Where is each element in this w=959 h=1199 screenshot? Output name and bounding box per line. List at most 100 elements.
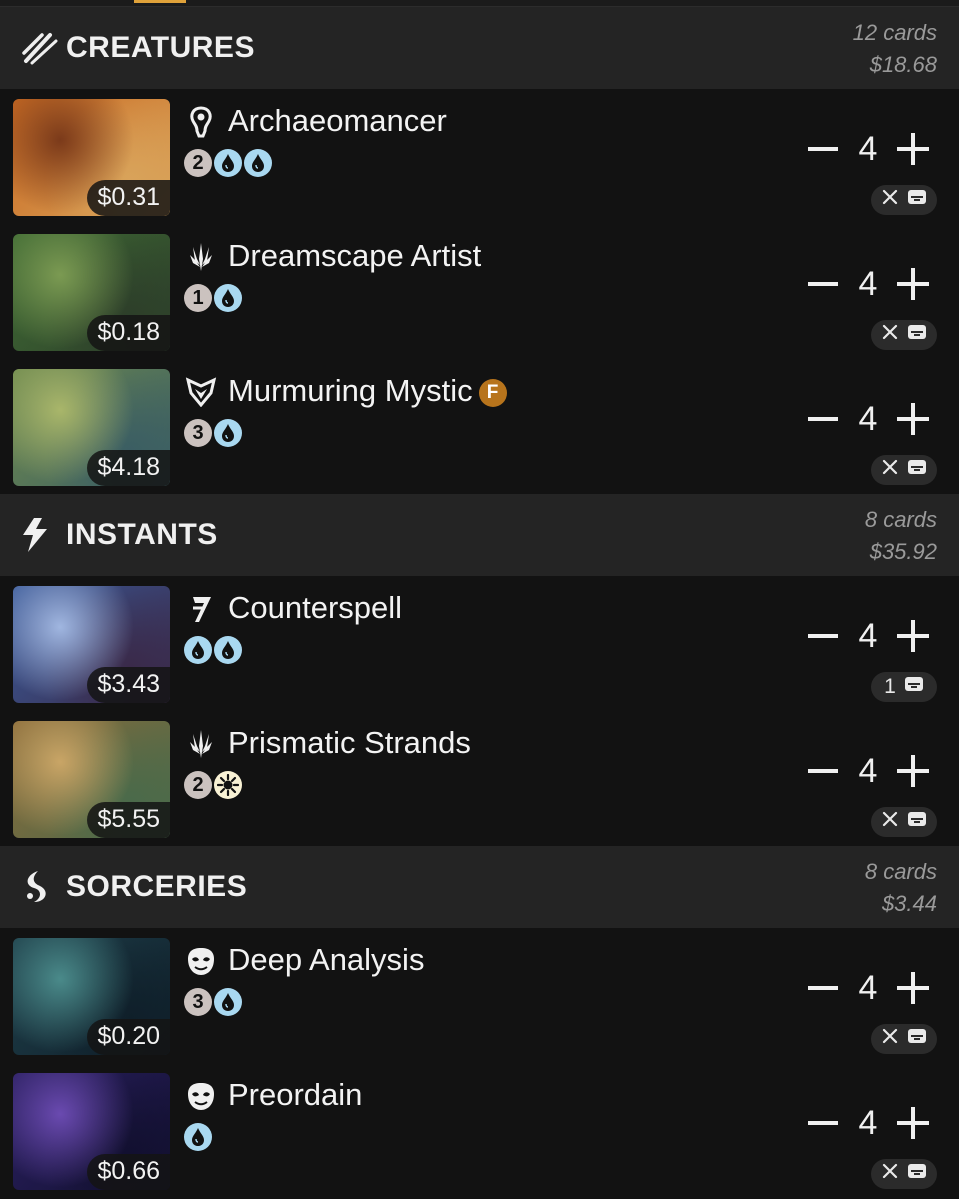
card-name[interactable]: Murmuring Mystic F xyxy=(228,373,507,409)
card-price: $4.18 xyxy=(87,450,170,486)
collection-status-pill[interactable] xyxy=(871,320,937,350)
increase-quantity-button[interactable] xyxy=(893,968,933,1008)
inventory-box-icon xyxy=(907,1162,927,1186)
mana-cost: 3 xyxy=(184,988,242,1016)
planeswalker-icon xyxy=(184,727,218,761)
card-name-text: Dreamscape Artist xyxy=(228,238,482,273)
quantity-stepper: 4 xyxy=(803,264,933,304)
card-price: $0.20 xyxy=(87,1019,170,1055)
close-icon xyxy=(881,323,899,347)
card-name-text: Murmuring Mystic xyxy=(228,373,473,408)
increase-quantity-button[interactable] xyxy=(893,129,933,169)
section-header-instants[interactable]: INSTANTS 8 cards $35.92 xyxy=(0,494,959,576)
close-icon xyxy=(881,458,899,482)
increase-quantity-button[interactable] xyxy=(893,751,933,791)
card-row[interactable]: $0.20 Deep Analysis 3 4 xyxy=(0,928,959,1063)
mana-cost xyxy=(184,1123,212,1151)
section-card-count: 12 cards xyxy=(852,20,937,45)
quantity-stepper: 4 xyxy=(803,399,933,439)
card-row[interactable]: $0.31 Archaeomancer 2 4 xyxy=(0,89,959,224)
active-tab-indicator xyxy=(134,0,186,3)
collection-status-pill[interactable] xyxy=(871,455,937,485)
decrease-quantity-button[interactable] xyxy=(803,1103,843,1143)
card-price: $0.18 xyxy=(87,315,170,351)
quantity-stepper: 4 xyxy=(803,751,933,791)
mana-generic-symbol: 3 xyxy=(184,988,212,1016)
card-name[interactable]: Deep Analysis xyxy=(228,942,424,978)
quantity-value: 4 xyxy=(858,1103,878,1142)
planeswalker-icon xyxy=(184,240,218,274)
section-meta: 8 cards $3.44 xyxy=(865,856,937,920)
card-art-thumbnail[interactable]: $0.20 xyxy=(13,938,170,1055)
card-name[interactable]: Archaeomancer xyxy=(228,103,447,139)
quantity-stepper: 4 xyxy=(803,968,933,1008)
decrease-quantity-button[interactable] xyxy=(803,399,843,439)
mana-blue-drop-icon xyxy=(214,988,242,1016)
card-name-text: Preordain xyxy=(228,1077,363,1112)
quantity-value: 4 xyxy=(858,129,878,168)
inventory-box-icon xyxy=(907,458,927,482)
inventory-box-icon xyxy=(907,188,927,212)
section-header-sorceries[interactable]: SORCERIES 8 cards $3.44 xyxy=(0,846,959,928)
inventory-box-icon xyxy=(907,323,927,347)
decrease-quantity-button[interactable] xyxy=(803,129,843,169)
creature-icon xyxy=(184,105,218,139)
card-name[interactable]: Dreamscape Artist xyxy=(228,238,481,274)
section-card-count: 8 cards xyxy=(864,507,937,532)
mana-cost xyxy=(184,636,242,664)
section-total-price: $35.92 xyxy=(869,539,937,564)
decrease-quantity-button[interactable] xyxy=(803,264,843,304)
mana-white-sun-icon xyxy=(214,771,242,799)
claw-marks-icon xyxy=(20,28,60,68)
card-name-text: Deep Analysis xyxy=(228,942,425,977)
card-name[interactable]: Counterspell xyxy=(228,590,402,626)
card-art-thumbnail[interactable]: $5.55 xyxy=(13,721,170,838)
card-art-thumbnail[interactable]: $0.18 xyxy=(13,234,170,351)
quantity-value: 4 xyxy=(858,399,878,438)
decrease-quantity-button[interactable] xyxy=(803,968,843,1008)
increase-quantity-button[interactable] xyxy=(893,399,933,439)
mana-blue-drop-icon xyxy=(214,636,242,664)
collection-status-pill[interactable] xyxy=(871,185,937,215)
card-row[interactable]: $5.55 Prismatic Strands 2 4 xyxy=(0,711,959,846)
mana-blue-drop-icon xyxy=(214,284,242,312)
card-name[interactable]: Preordain xyxy=(228,1077,362,1113)
mask-icon xyxy=(184,1079,218,1113)
quantity-value: 4 xyxy=(858,616,878,655)
card-price: $3.43 xyxy=(87,667,170,703)
quantity-stepper: 4 xyxy=(803,1103,933,1143)
decrease-quantity-button[interactable] xyxy=(803,751,843,791)
card-row[interactable]: $0.18 Dreamscape Artist 1 4 xyxy=(0,224,959,359)
increase-quantity-button[interactable] xyxy=(893,1103,933,1143)
mana-blue-drop-icon xyxy=(184,1123,212,1151)
card-row[interactable]: $3.43 Counterspell 4 1 xyxy=(0,576,959,711)
collection-status-pill[interactable] xyxy=(871,1024,937,1054)
increase-quantity-button[interactable] xyxy=(893,264,933,304)
increase-quantity-button[interactable] xyxy=(893,616,933,656)
quantity-stepper: 4 xyxy=(803,129,933,169)
card-art-thumbnail[interactable]: $0.66 xyxy=(13,1073,170,1190)
mana-blue-drop-icon xyxy=(184,636,212,664)
swirl-icon xyxy=(20,867,60,907)
card-row[interactable]: $4.18 Murmuring Mystic F 3 4 xyxy=(0,359,959,494)
card-art-thumbnail[interactable]: $3.43 xyxy=(13,586,170,703)
mana-blue-drop-icon xyxy=(214,149,242,177)
section-title: SORCERIES xyxy=(66,870,248,903)
inventory-box-icon xyxy=(904,675,924,699)
quantity-stepper: 4 xyxy=(803,616,933,656)
card-name-text: Prismatic Strands xyxy=(228,725,471,760)
decrease-quantity-button[interactable] xyxy=(803,616,843,656)
section-title: CREATURES xyxy=(66,31,255,64)
card-art-thumbnail[interactable]: $4.18 xyxy=(13,369,170,486)
card-row[interactable]: $0.66 Preordain 4 xyxy=(0,1063,959,1198)
close-icon xyxy=(881,1027,899,1051)
collection-status-pill[interactable]: 1 xyxy=(871,672,937,702)
card-name[interactable]: Prismatic Strands xyxy=(228,725,471,761)
section-header-creatures[interactable]: CREATURES 12 cards $18.68 xyxy=(0,7,959,89)
mana-generic-symbol: 3 xyxy=(184,419,212,447)
mana-generic-symbol: 1 xyxy=(184,284,212,312)
collection-status-pill[interactable] xyxy=(871,1159,937,1189)
collection-status-pill[interactable] xyxy=(871,807,937,837)
card-art-thumbnail[interactable]: $0.31 xyxy=(13,99,170,216)
quantity-value: 4 xyxy=(858,751,878,790)
